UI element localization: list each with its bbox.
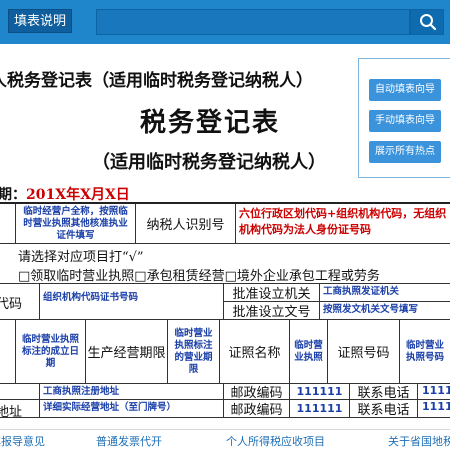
approval-doc-label: 批准设立文号 bbox=[224, 302, 320, 320]
helper-panel: 自动填表向导 手动填表向导 展示所有热点 bbox=[358, 58, 450, 178]
business-type-prompt: 请选择对应项目打“√” bbox=[18, 250, 144, 265]
fill-date-value: 201X年X月X日 bbox=[26, 187, 130, 203]
registered-address-hint[interactable]: 工商执照注册地址 bbox=[40, 384, 224, 400]
form-row1-left bbox=[0, 204, 16, 244]
phone-value-1[interactable]: 111111 bbox=[418, 384, 450, 400]
document-top-heading: 纳税人税务登记表（适用临时税务登记纳税人） bbox=[0, 71, 313, 91]
taxpayer-id-hint[interactable]: 六位行政区划代码+组织机构代码，无组织机构代码为法人身份证号码 bbox=[236, 204, 450, 244]
search-input[interactable] bbox=[96, 9, 410, 35]
cert-no-hint[interactable]: 临时营业执照号码 bbox=[400, 320, 450, 384]
fill-guide-button[interactable]: 填表说明 bbox=[8, 9, 72, 33]
manual-fill-guide-button[interactable]: 手动填表向导 bbox=[369, 110, 441, 132]
approval-org-hint[interactable]: 工商执照发证机关 bbox=[320, 284, 450, 302]
page-subtitle: （适用临时税务登记纳税人） bbox=[92, 152, 326, 173]
approval-doc-hint[interactable]: 按照发文机关文号填写 bbox=[320, 302, 450, 320]
postal-code-label-1: 邮政编码 bbox=[224, 384, 290, 400]
footer-links: 填报导意见 普通发票代开 个人所得税应收项目 关于省国地税 bbox=[0, 429, 450, 451]
org-code-label-cell: 代码 bbox=[0, 284, 40, 320]
business-period-label: 生产经营期限 bbox=[86, 320, 168, 384]
footer-link-1[interactable]: 填报导意见 bbox=[0, 433, 45, 449]
business-type-row: 请选择对应项目打“√” □领取临时营业执照□承包租赁经营□境外企业承包工程或劳务 bbox=[0, 244, 450, 284]
fill-date: 填表日期：201X年X月X日 bbox=[0, 184, 130, 204]
phone-label-2: 联系电话 bbox=[350, 400, 418, 418]
search-icon bbox=[420, 14, 437, 31]
license-start-date-hint[interactable]: 临时营业执照标注的成立日期 bbox=[16, 320, 86, 384]
business-type-options[interactable]: □领取临时营业执照□承包租赁经营□境外企业承包工程或劳务 bbox=[18, 265, 380, 283]
reg-address-left bbox=[0, 384, 40, 400]
approval-org-label: 批准设立机关 bbox=[224, 284, 320, 302]
postal-code-label-2: 邮政编码 bbox=[224, 400, 290, 418]
taxpayer-id-label: 纳税人识别号 bbox=[136, 204, 236, 244]
business-address-hint[interactable]: 详细实际经营地址（至门牌号） bbox=[40, 400, 224, 418]
cert-name-label: 证照名称 bbox=[220, 320, 290, 384]
phone-label-1: 联系电话 bbox=[350, 384, 418, 400]
fill-date-label: 填表日期： bbox=[0, 187, 26, 203]
registration-form-table: 临时经营户全称，按照临时营业执照其他核准执业证件填写 纳税人识别号 六位行政区划… bbox=[0, 202, 450, 429]
page-title: 税务登记表 bbox=[140, 108, 281, 138]
top-toolbar: 填表说明 bbox=[0, 0, 450, 44]
address-label-cell: 地址 bbox=[0, 400, 40, 418]
header-left-cell bbox=[0, 320, 16, 384]
taxpayer-name-hint[interactable]: 临时经营户全称，按照临时营业执照其他核准执业证件填写 bbox=[16, 204, 136, 244]
show-hotspots-button[interactable]: 展示所有热点 bbox=[369, 141, 441, 163]
postal-code-value-1[interactable]: 111111 bbox=[290, 384, 350, 400]
footer-link-3[interactable]: 个人所得税应收项目 bbox=[226, 433, 325, 449]
postal-code-value-2[interactable]: 111111 bbox=[290, 400, 350, 418]
search-button[interactable] bbox=[410, 9, 444, 35]
address-label: 地址 bbox=[0, 405, 23, 418]
org-code-label: 代码 bbox=[0, 297, 23, 312]
phone-value-2[interactable]: 111111 bbox=[418, 400, 450, 418]
cert-no-label: 证照号码 bbox=[328, 320, 400, 384]
org-code-hint[interactable]: 组织机构代码证书号码 bbox=[40, 284, 224, 320]
footer-link-4[interactable]: 关于省国地税 bbox=[388, 433, 450, 449]
footer-link-2[interactable]: 普通发票代开 bbox=[96, 433, 162, 449]
business-period-hint[interactable]: 临时营业执照标注的营业期限 bbox=[168, 320, 220, 384]
auto-fill-guide-button[interactable]: 自动填表向导 bbox=[369, 79, 441, 101]
cert-name-hint[interactable]: 临时营业执照 bbox=[290, 320, 328, 384]
document-view: 纳税人税务登记表（适用临时税务登记纳税人） 税务登记表 （适用临时税务登记纳税人… bbox=[0, 44, 450, 429]
